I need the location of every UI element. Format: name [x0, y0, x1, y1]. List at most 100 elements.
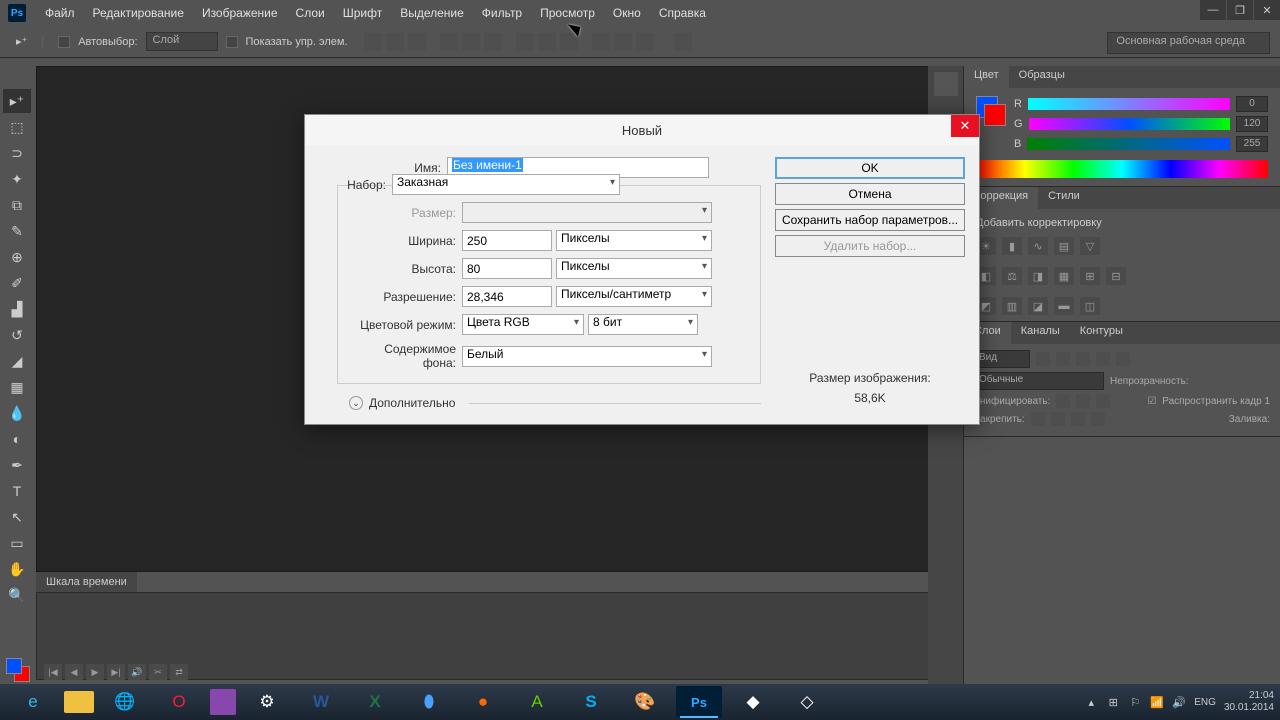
filter-shape-icon[interactable]	[1096, 352, 1110, 366]
taskbar-chrome[interactable]: 🌐	[102, 686, 148, 718]
taskbar-photoshop[interactable]: Ps	[676, 686, 722, 718]
autoselect-target[interactable]: Слой	[146, 32, 218, 51]
mode-select[interactable]: Цвета RGB	[462, 314, 584, 335]
r-value[interactable]: 0	[1236, 96, 1268, 112]
align-icon[interactable]	[386, 33, 404, 51]
taskbar-opera[interactable]: O	[156, 686, 202, 718]
foreground-color[interactable]	[6, 658, 22, 674]
history-brush-tool[interactable]: ↺	[3, 323, 31, 347]
distribute-icon[interactable]	[538, 33, 556, 51]
tray-net-icon[interactable]: 📶	[1150, 695, 1164, 709]
swatches-tab[interactable]: Образцы	[1009, 66, 1075, 88]
filter-pixel-icon[interactable]	[1036, 352, 1050, 366]
dodge-tool[interactable]: ◐	[3, 427, 31, 451]
adj-gradient-icon[interactable]: ▬	[1054, 297, 1074, 315]
filter-type-icon[interactable]	[1076, 352, 1090, 366]
tray-flag-icon[interactable]: ⚐	[1128, 695, 1142, 709]
pen-tool[interactable]: ✒	[3, 453, 31, 477]
spectrum-bar[interactable]	[976, 160, 1268, 178]
taskbar-explorer[interactable]	[64, 691, 94, 713]
maximize-button[interactable]: ❐	[1227, 0, 1253, 20]
heal-tool[interactable]: ⊕	[3, 245, 31, 269]
styles-tab[interactable]: Стили	[1038, 187, 1090, 209]
marquee-tool[interactable]: ⬚	[3, 115, 31, 139]
stamp-tool[interactable]: ▟	[3, 297, 31, 321]
tray-vol-icon[interactable]: 🔊	[1172, 695, 1186, 709]
lock-pos-icon[interactable]	[1071, 412, 1085, 426]
menu-edit[interactable]: Редактирование	[84, 6, 193, 20]
width-input[interactable]	[462, 230, 552, 251]
blur-tool[interactable]: 💧	[3, 401, 31, 425]
align-icon[interactable]	[408, 33, 426, 51]
bg-chip[interactable]	[984, 104, 1006, 126]
taskbar-app3[interactable]: ⬮	[406, 686, 452, 718]
menu-help[interactable]: Справка	[650, 6, 715, 20]
taskbar-app4[interactable]: ●	[460, 686, 506, 718]
taskbar-app2[interactable]: ⚙	[244, 686, 290, 718]
timeline-audio[interactable]: 🔊	[128, 664, 146, 680]
depth-select[interactable]: 8 бит	[588, 314, 698, 335]
adj-exposure-icon[interactable]: ▤	[1054, 237, 1074, 255]
height-unit[interactable]: Пикселы	[556, 258, 712, 279]
history-icon[interactable]	[934, 72, 958, 96]
taskbar-skype[interactable]: S	[568, 686, 614, 718]
res-input[interactable]	[462, 286, 552, 307]
minimize-button[interactable]: —	[1200, 0, 1226, 20]
adj-balance-icon[interactable]: ⚖	[1002, 267, 1022, 285]
adj-threshold-icon[interactable]: ◪	[1028, 297, 1048, 315]
menu-select[interactable]: Выделение	[391, 6, 473, 20]
lock-all-icon[interactable]	[1091, 412, 1105, 426]
color-tab[interactable]: Цвет	[964, 66, 1009, 88]
adj-vibrance-icon[interactable]: ▽	[1080, 237, 1100, 255]
timeline-split[interactable]: ✂	[149, 664, 167, 680]
timeline-first[interactable]: |◀	[44, 664, 62, 680]
blend-mode[interactable]: Обычные	[974, 372, 1104, 390]
autoselect-checkbox[interactable]	[58, 36, 70, 48]
align-icon[interactable]	[484, 33, 502, 51]
timeline-tab[interactable]: Шкала времени	[36, 572, 137, 592]
path-tool[interactable]: ↖	[3, 505, 31, 529]
taskbar-app7[interactable]: ◇	[784, 686, 830, 718]
distribute-icon[interactable]	[516, 33, 534, 51]
eraser-tool[interactable]: ◢	[3, 349, 31, 373]
auto-align-icon[interactable]	[674, 33, 692, 51]
show-controls-checkbox[interactable]	[226, 36, 238, 48]
paths-tab[interactable]: Контуры	[1070, 322, 1133, 344]
channels-tab[interactable]: Каналы	[1011, 322, 1070, 344]
unify-vis-icon[interactable]	[1076, 394, 1090, 408]
lasso-tool[interactable]: ⊃	[3, 141, 31, 165]
align-icon[interactable]	[364, 33, 382, 51]
adj-selective-icon[interactable]: ◫	[1080, 297, 1100, 315]
zoom-tool[interactable]: 🔍	[3, 583, 31, 607]
type-tool[interactable]: T	[3, 479, 31, 503]
g-value[interactable]: 120	[1236, 116, 1268, 132]
unify-style-icon[interactable]	[1096, 394, 1110, 408]
wand-tool[interactable]: ✦	[3, 167, 31, 191]
adj-lookup-icon[interactable]: ⊟	[1106, 267, 1126, 285]
timeline-next[interactable]: ▶|	[107, 664, 125, 680]
menu-filter[interactable]: Фильтр	[473, 6, 531, 20]
timeline-transition[interactable]: ⇄	[170, 664, 188, 680]
gradient-tool[interactable]: ▦	[3, 375, 31, 399]
r-slider[interactable]	[1028, 98, 1230, 110]
distribute-icon[interactable]	[636, 33, 654, 51]
adj-bw-icon[interactable]: ◨	[1028, 267, 1048, 285]
tray-app-icon[interactable]: ⊞	[1106, 695, 1120, 709]
advanced-toggle[interactable]: ⌄ Дополнительно	[349, 396, 761, 410]
menu-image[interactable]: Изображение	[193, 6, 287, 20]
menu-type[interactable]: Шрифт	[334, 6, 391, 20]
adj-photo-icon[interactable]: ▦	[1054, 267, 1074, 285]
cancel-button[interactable]: Отмена	[775, 183, 965, 205]
filter-smart-icon[interactable]	[1116, 352, 1130, 366]
width-unit[interactable]: Пикселы	[556, 230, 712, 251]
lock-pix-icon[interactable]	[1051, 412, 1065, 426]
taskbar-app1[interactable]	[210, 689, 236, 715]
taskbar-app5[interactable]: A	[514, 686, 560, 718]
eyedropper-tool[interactable]: ✎	[3, 219, 31, 243]
dialog-close-button[interactable]: ✕	[951, 115, 979, 137]
hand-tool[interactable]: ✋	[3, 557, 31, 581]
menu-window[interactable]: Окно	[604, 6, 650, 20]
distribute-icon[interactable]	[592, 33, 610, 51]
align-icon[interactable]	[462, 33, 480, 51]
crop-tool[interactable]: ⧉	[3, 193, 31, 217]
